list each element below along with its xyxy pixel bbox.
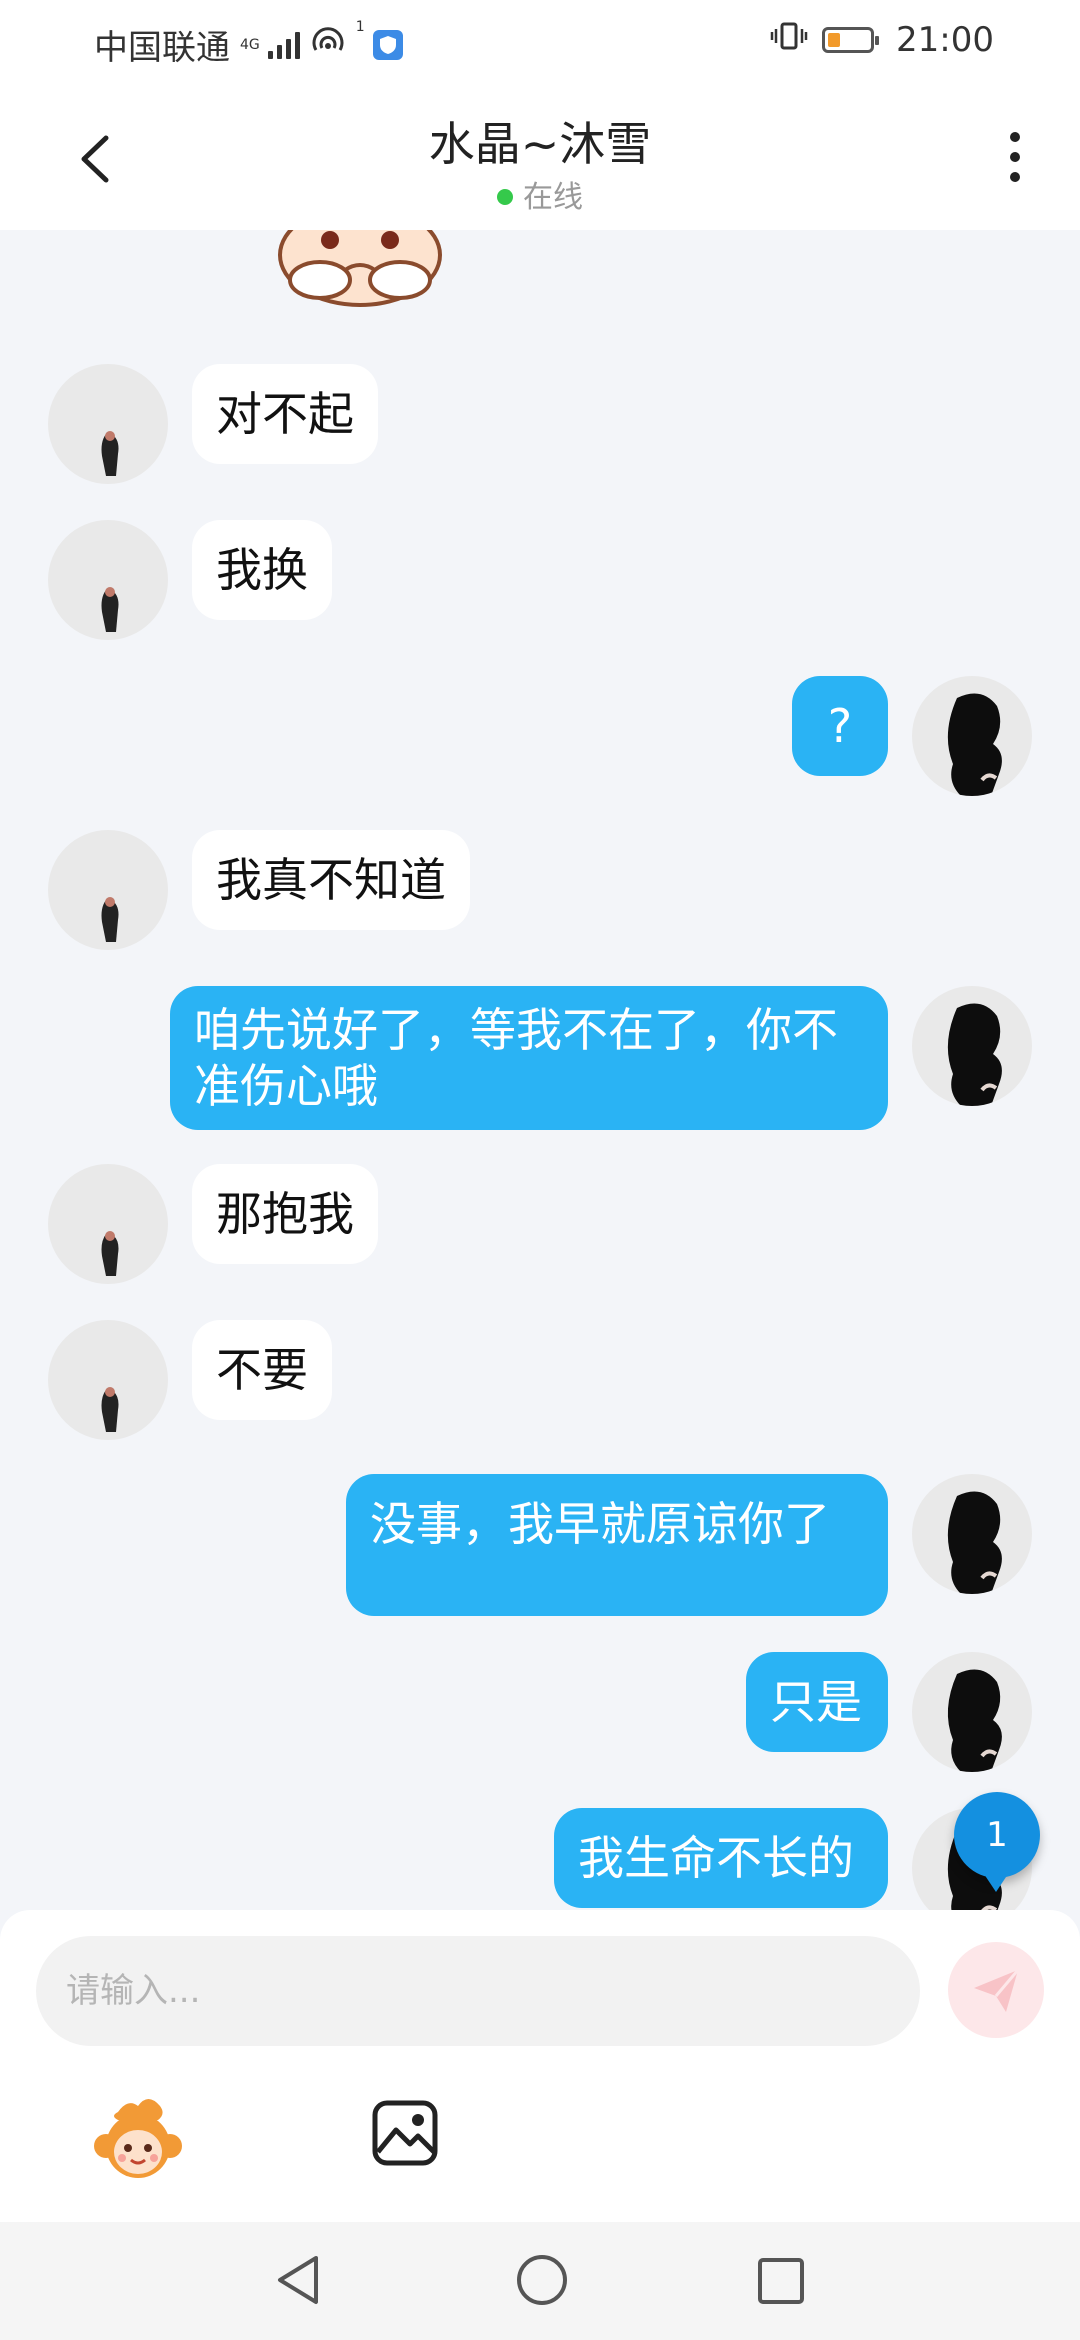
message-bubble-out[interactable]: 咱先说好了，等我不在了，你不准伤心哦	[170, 986, 888, 1130]
message-bubble-in[interactable]: 不要	[192, 1320, 332, 1420]
image-button[interactable]	[370, 2098, 440, 2168]
chat-header: 水晶~沐雪 在线	[0, 84, 1080, 230]
composer-panel	[0, 1910, 1080, 2222]
message-list[interactable]: 对不起 我换 ? 我真不知道 咱先说好了，等我不在了，你不准伤心哦 那抱我 不要…	[0, 230, 1080, 1910]
hotspot-count: 1	[355, 19, 365, 35]
unread-count-badge[interactable]: 1	[954, 1792, 1040, 1892]
message-bubble-in[interactable]: 对不起	[192, 364, 378, 464]
square-recents-icon	[758, 2258, 804, 2304]
message-bubble-out[interactable]: 没事，我早就原谅你了	[346, 1474, 888, 1616]
message-input[interactable]	[36, 1936, 920, 2046]
vibrate-icon	[770, 20, 808, 60]
sticker-image	[250, 230, 470, 310]
my-avatar[interactable]	[912, 986, 1032, 1106]
more-vertical-icon	[1010, 132, 1020, 182]
carrier-label: 中国联通	[94, 28, 230, 68]
nav-back-button[interactable]	[270, 2252, 326, 2312]
message-bubble-out[interactable]: 我生命不长的	[554, 1808, 888, 1908]
contact-avatar[interactable]	[48, 1164, 168, 1284]
network-type-label: 4G	[240, 36, 260, 53]
shield-icon	[372, 29, 403, 60]
message-bubble-in[interactable]: 我换	[192, 520, 332, 620]
status-bar: 中国联通 4G 1 21:00	[0, 0, 1080, 84]
triangle-back-icon	[278, 2256, 318, 2304]
clock: 21:00	[896, 20, 994, 60]
my-avatar[interactable]	[912, 1474, 1032, 1594]
message-bubble-out[interactable]: 只是	[746, 1652, 888, 1752]
contact-avatar[interactable]	[48, 364, 168, 484]
my-avatar[interactable]	[912, 676, 1032, 796]
contact-avatar[interactable]	[48, 830, 168, 950]
hotspot-icon	[310, 25, 346, 65]
monkey-emoji-icon	[94, 2099, 182, 2178]
my-avatar[interactable]	[912, 1652, 1032, 1772]
battery-icon	[822, 27, 880, 53]
status-left: 中国联通 4G 1	[94, 20, 403, 69]
contact-avatar[interactable]	[48, 520, 168, 640]
emoji-button[interactable]	[88, 2090, 188, 2190]
image-icon	[372, 2100, 438, 2166]
online-dot-icon	[497, 188, 513, 205]
status-right: 21:00	[770, 20, 994, 60]
circle-home-icon	[517, 2255, 567, 2305]
message-bubble-out[interactable]: ?	[792, 676, 888, 776]
nav-recent-button[interactable]	[756, 2256, 806, 2310]
paper-plane-icon	[974, 1969, 1020, 2012]
contact-avatar[interactable]	[48, 1320, 168, 1440]
message-bubble-in[interactable]: 我真不知道	[192, 830, 470, 930]
send-button[interactable]	[948, 1942, 1044, 2038]
contact-name: 水晶~沐雪	[428, 117, 652, 171]
online-status-label: 在线	[523, 180, 583, 215]
system-nav-bar	[0, 2222, 1080, 2340]
nav-home-button[interactable]	[514, 2252, 570, 2312]
more-options-button[interactable]	[990, 122, 1040, 192]
message-bubble-in[interactable]: 那抱我	[192, 1164, 378, 1264]
signal-icon	[267, 31, 300, 59]
online-status: 在线	[0, 172, 1080, 216]
